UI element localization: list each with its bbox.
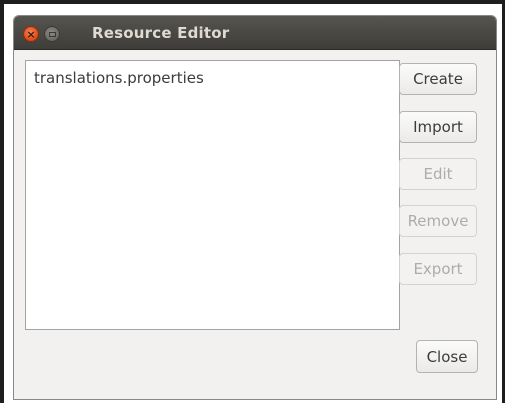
window-title: Resource Editor: [92, 24, 230, 42]
list-item[interactable]: translations.properties: [34, 69, 204, 87]
create-button[interactable]: Create: [399, 63, 477, 95]
close-glyph: ×: [26, 27, 36, 41]
frame-top-edge: [0, 0, 505, 4]
close-button[interactable]: Close: [416, 340, 478, 373]
frame-left-edge: [0, 0, 4, 403]
resource-editor-window: × Resource Editor translations.propertie…: [13, 15, 497, 400]
minimize-icon[interactable]: [44, 26, 60, 42]
screen-background: × Resource Editor translations.propertie…: [0, 0, 505, 403]
remove-button[interactable]: Remove: [399, 205, 477, 237]
close-icon[interactable]: ×: [23, 26, 39, 42]
resource-list[interactable]: translations.properties: [25, 60, 400, 330]
titlebar: × Resource Editor: [14, 16, 496, 50]
minimize-glyph: [48, 31, 56, 37]
import-button[interactable]: Import: [399, 111, 477, 143]
export-button[interactable]: Export: [399, 253, 477, 285]
edit-button[interactable]: Edit: [399, 158, 477, 190]
